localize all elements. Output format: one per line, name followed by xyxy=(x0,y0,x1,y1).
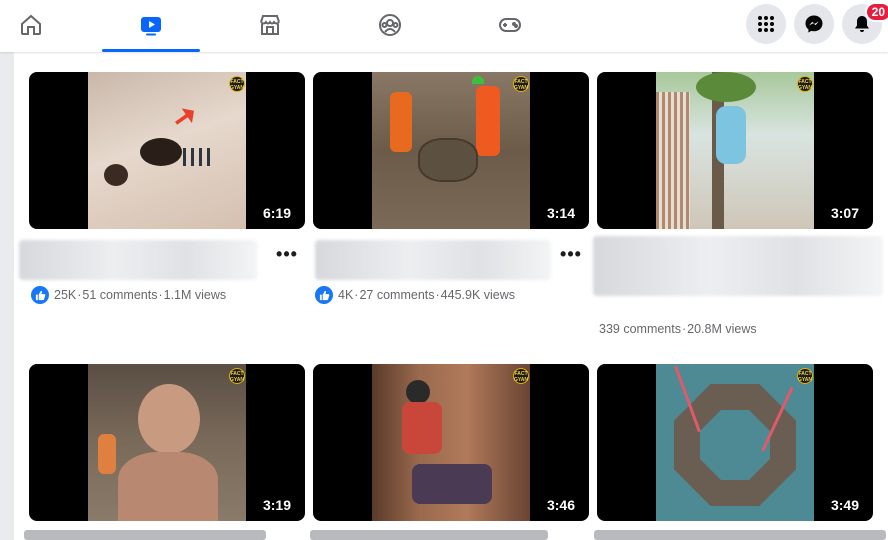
video-duration: 3:07 xyxy=(830,205,859,221)
video-title-blurred xyxy=(594,530,886,540)
climber-helmet xyxy=(406,380,430,404)
video-tab[interactable] xyxy=(102,0,200,52)
fact-gyan-logo: FACT GYAN xyxy=(229,368,245,384)
video-card[interactable]: FACT GYAN 6:19 ••• 25K · 51 comments · 1.… xyxy=(19,72,305,304)
tree-leaves xyxy=(696,72,756,102)
video-feed: FACT GYAN 6:19 ••• 25K · 51 comments · 1.… xyxy=(14,52,888,540)
cave-hole xyxy=(104,164,128,186)
worker-vest xyxy=(390,92,412,152)
like-icon xyxy=(31,286,49,304)
notifications-button[interactable]: 20 xyxy=(842,2,888,44)
menu-button[interactable] xyxy=(746,4,786,44)
fossil-skull xyxy=(418,138,478,182)
video-thumbnail[interactable]: FACT GYAN 6:19 xyxy=(29,72,305,229)
separator: · xyxy=(681,322,687,336)
notification-badge: 20 xyxy=(864,2,888,22)
separator: · xyxy=(354,288,359,302)
climbing-gear xyxy=(412,464,492,504)
marketplace-icon xyxy=(260,15,280,35)
video-duration: 3:14 xyxy=(546,205,575,221)
video-title-blurred xyxy=(310,530,548,540)
shaved-head xyxy=(138,384,200,454)
likes-count[interactable]: 4K xyxy=(338,288,353,302)
more-options-button[interactable]: ••• xyxy=(275,242,299,266)
more-options-button[interactable]: ••• xyxy=(559,242,583,266)
video-thumbnail[interactable]: FACT GYAN 3:19 xyxy=(29,364,305,521)
comments-count[interactable]: 27 comments xyxy=(359,288,434,302)
video-stats: 339 comments · 20.8M views xyxy=(599,322,757,336)
separator: · xyxy=(158,288,163,302)
separator: · xyxy=(435,288,440,302)
video-card[interactable]: FACT GYAN 3:14 ••• 4K · 27 comments · 445… xyxy=(313,72,589,304)
likes-count[interactable]: 25K xyxy=(54,288,76,302)
video-title-blurred xyxy=(19,240,257,280)
video-duration: 3:19 xyxy=(262,497,291,513)
fact-gyan-logo: FACT GYAN xyxy=(229,76,245,92)
worker-vest xyxy=(476,86,500,156)
fact-gyan-logo: FACT GYAN xyxy=(513,368,529,384)
groups-icon xyxy=(379,14,401,36)
people-silhouettes xyxy=(183,148,213,166)
video-stats: 25K · 51 comments · 1.1M views xyxy=(31,286,226,304)
video-thumbnail[interactable]: FACT GYAN 3:14 xyxy=(313,72,589,229)
comments-count[interactable]: 51 comments xyxy=(82,288,157,302)
video-duration: 3:49 xyxy=(830,497,859,513)
video-icon xyxy=(141,17,161,36)
fact-gyan-logo: FACT GYAN xyxy=(797,368,813,384)
more-dots-icon: ••• xyxy=(276,243,298,264)
gaming-tab[interactable] xyxy=(483,0,537,50)
thumbnail-image xyxy=(372,364,530,521)
video-duration: 6:19 xyxy=(262,205,291,221)
video-stats: 4K · 27 comments · 445.9K views xyxy=(315,286,515,304)
top-navigation-bar: 20 xyxy=(0,0,888,52)
video-card[interactable]: FACT GYAN 3:49 xyxy=(597,364,873,521)
gaming-icon xyxy=(499,18,521,32)
thumbnail-image xyxy=(656,72,814,229)
video-card[interactable]: FACT GYAN 3:07 339 comments · 20.8M views xyxy=(593,72,883,336)
more-dots-icon: ••• xyxy=(560,243,582,264)
background-person xyxy=(98,434,116,474)
like-icon xyxy=(315,286,333,304)
marketplace-tab[interactable] xyxy=(243,0,297,50)
thumbnail-image xyxy=(656,364,814,521)
child-shoulders xyxy=(118,452,218,521)
climber-shirt xyxy=(402,402,442,454)
comments-count[interactable]: 339 comments xyxy=(599,322,681,336)
thumbnail-image xyxy=(88,364,246,521)
home-icon xyxy=(21,14,41,35)
person-dress xyxy=(716,106,746,164)
fact-gyan-logo: FACT GYAN xyxy=(513,76,529,92)
messenger-icon xyxy=(805,15,823,33)
video-title-blurred xyxy=(593,236,883,296)
video-card[interactable]: FACT GYAN 3:46 xyxy=(313,364,589,521)
fence xyxy=(656,92,690,229)
octagon-center xyxy=(700,410,770,480)
home-tab[interactable] xyxy=(4,0,58,50)
video-thumbnail[interactable]: FACT GYAN 3:46 xyxy=(313,364,589,521)
fact-gyan-logo: FACT GYAN xyxy=(797,76,813,92)
video-title-blurred xyxy=(315,240,551,280)
arrow-icon xyxy=(171,103,199,130)
video-thumbnail[interactable]: FACT GYAN 3:49 xyxy=(597,364,873,521)
sidebar-edge xyxy=(0,52,14,540)
views-count: 20.8M views xyxy=(687,322,757,336)
groups-tab[interactable] xyxy=(363,0,417,50)
video-title-blurred xyxy=(24,530,266,540)
video-duration: 3:46 xyxy=(546,497,575,513)
video-card[interactable]: FACT GYAN 3:19 xyxy=(29,364,305,521)
hard-hat xyxy=(472,76,484,84)
video-thumbnail[interactable]: FACT GYAN 3:07 xyxy=(597,72,873,229)
messenger-button[interactable] xyxy=(794,4,834,44)
views-count: 445.9K views xyxy=(440,288,516,302)
thumbnail-image xyxy=(372,72,530,229)
cave-opening xyxy=(140,138,182,166)
separator: · xyxy=(77,288,82,302)
views-count: 1.1M views xyxy=(163,288,227,302)
thumbnail-image xyxy=(88,72,246,229)
grid-menu-icon xyxy=(758,16,774,32)
